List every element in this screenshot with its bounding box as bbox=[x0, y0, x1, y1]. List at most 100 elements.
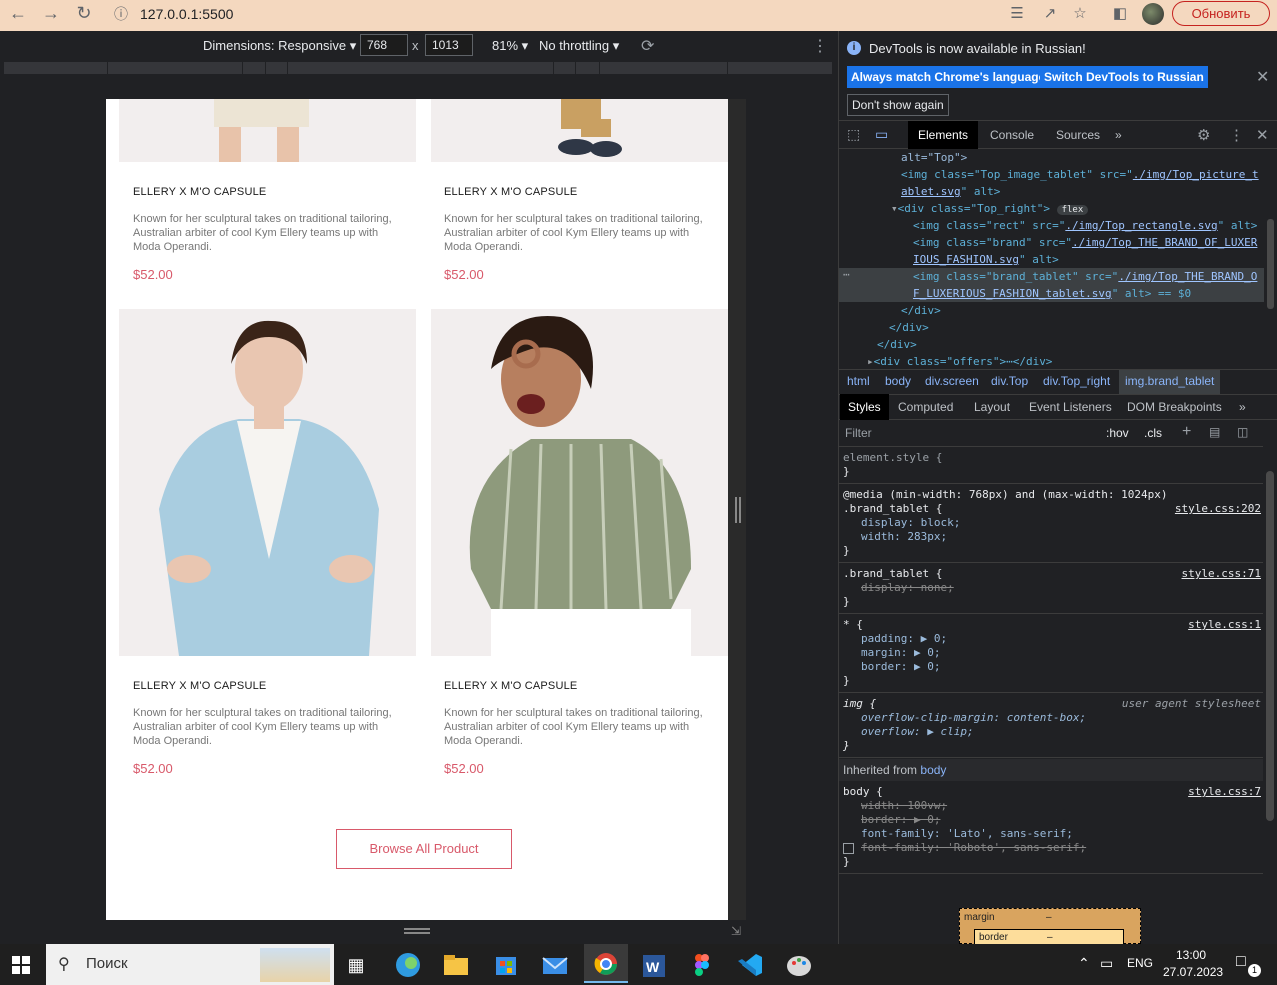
tree-scroll-thumb[interactable] bbox=[1267, 219, 1274, 309]
ruler-segment[interactable] bbox=[600, 62, 728, 74]
style-rule[interactable]: @media (min-width: 768px) and (max-width… bbox=[839, 485, 1263, 563]
tab-layout[interactable]: Layout bbox=[966, 394, 1018, 420]
tree-link[interactable]: F_LUXERIOUS_FASHION_tablet.svg bbox=[913, 287, 1112, 300]
dont-show-again-button[interactable]: Don't show again bbox=[847, 94, 949, 116]
inherited-link[interactable]: body bbox=[920, 763, 946, 777]
css-property[interactable]: padding: ▶ 0; bbox=[843, 632, 1259, 646]
ruler-segment[interactable] bbox=[576, 62, 600, 74]
bookmark-star-icon[interactable]: ☆ bbox=[1068, 3, 1092, 25]
expand-triangle-icon[interactable]: ▾ bbox=[891, 202, 898, 215]
more-tabs-icon[interactable]: » bbox=[1231, 394, 1254, 420]
ruler-segment[interactable] bbox=[288, 62, 554, 74]
tab-styles[interactable]: Styles bbox=[840, 394, 889, 420]
more-dots-icon[interactable]: ⋯ bbox=[843, 266, 850, 283]
style-rule[interactable]: element.style { } bbox=[839, 448, 1263, 484]
tree-link[interactable]: IOUS_FASHION.svg bbox=[913, 253, 1019, 266]
language-indicator[interactable]: ENG bbox=[1127, 956, 1153, 970]
tab-computed[interactable]: Computed bbox=[890, 394, 961, 420]
cls-toggle[interactable]: .cls bbox=[1144, 426, 1162, 440]
tree-link[interactable]: ./img/Top_THE_BRAND_O bbox=[1118, 270, 1257, 283]
css-property-overridden[interactable]: width: 100vw; bbox=[843, 799, 1259, 813]
breadcrumb-item-selected[interactable]: img.brand_tablet bbox=[1119, 370, 1221, 394]
css-property-overridden[interactable]: font-family: 'Roboto', sans-serif; bbox=[843, 841, 1259, 855]
site-info-icon[interactable]: ⓘ bbox=[114, 1, 128, 27]
source-link[interactable]: style.css:71 bbox=[1182, 567, 1261, 581]
tab-sources[interactable]: Sources bbox=[1046, 121, 1110, 149]
breadcrumb-item[interactable]: div.Top_right bbox=[1043, 374, 1110, 388]
task-view-icon[interactable]: ▦ bbox=[340, 950, 372, 980]
tab-dom-breakpoints[interactable]: DOM Breakpoints bbox=[1119, 394, 1230, 420]
mail-icon[interactable] bbox=[539, 950, 571, 980]
filter-input[interactable]: Filter bbox=[845, 426, 872, 440]
breadcrumb-item[interactable]: div.Top bbox=[991, 374, 1028, 388]
tray-chevron-up-icon[interactable]: ⌃ bbox=[1078, 955, 1090, 972]
tree-node[interactable]: ▸<div class="offers">⋯</div> bbox=[867, 353, 1052, 367]
taskbar-search-box[interactable]: ⚲ Поиск bbox=[46, 944, 334, 985]
ruler-segment[interactable] bbox=[554, 62, 576, 74]
zoom-dropdown[interactable]: 81% ▾ bbox=[492, 38, 528, 54]
settings-gear-icon[interactable]: ⚙ bbox=[1197, 126, 1210, 144]
throttling-dropdown[interactable]: No throttling ▾ bbox=[539, 38, 619, 54]
resize-corner-icon[interactable]: ⇲ bbox=[731, 924, 741, 938]
tree-link[interactable]: ./img/Top_THE_BRAND_OF_LUXER bbox=[1072, 236, 1257, 249]
flex-badge[interactable]: flex bbox=[1056, 205, 1089, 215]
inspect-element-icon[interactable]: ⬚ bbox=[847, 126, 860, 143]
css-property[interactable]: border: ▶ 0; bbox=[843, 660, 1259, 674]
style-rule[interactable]: .brand_tablet { style.css:71 display: no… bbox=[839, 564, 1263, 614]
breadcrumb-item[interactable]: div.screen bbox=[925, 374, 979, 388]
css-property[interactable]: font-family: 'Lato', sans-serif; bbox=[843, 827, 1259, 841]
translate-icon[interactable]: ☰ bbox=[1005, 3, 1029, 25]
ruler-segment[interactable] bbox=[4, 62, 108, 74]
new-rule-plus-icon[interactable]: + bbox=[1182, 423, 1191, 441]
tree-node[interactable]: <img class="brand" src="./img/Top_THE_BR… bbox=[913, 234, 1257, 251]
ruler-segment[interactable] bbox=[243, 62, 266, 74]
close-devtools-icon[interactable]: ✕ bbox=[1256, 126, 1269, 144]
store-icon[interactable] bbox=[490, 950, 522, 980]
rotate-icon[interactable]: ⟳ bbox=[641, 36, 654, 56]
tab-event-listeners[interactable]: Event Listeners bbox=[1021, 394, 1120, 420]
tree-node[interactable]: <img class="brand_tablet" src="./img/Top… bbox=[913, 268, 1257, 285]
paint-brush-icon[interactable]: ▤ bbox=[1209, 425, 1220, 439]
css-property[interactable]: overflow: ▶ clip; bbox=[843, 725, 1259, 739]
profile-avatar[interactable] bbox=[1142, 3, 1164, 25]
tree-node[interactable]: <img class="rect" src="./img/Top_rectang… bbox=[913, 217, 1257, 234]
media-query-ruler[interactable] bbox=[4, 62, 832, 74]
expand-triangle-icon[interactable]: ▸ bbox=[867, 355, 874, 367]
switch-to-russian-button[interactable]: Switch DevTools to Russian bbox=[1040, 66, 1208, 88]
tree-scrollbar[interactable] bbox=[1264, 149, 1277, 367]
ruler-segment[interactable] bbox=[266, 62, 288, 74]
tab-elements[interactable]: Elements bbox=[908, 121, 979, 149]
close-icon[interactable]: ✕ bbox=[1256, 67, 1269, 87]
styles-scroll-thumb[interactable] bbox=[1266, 471, 1274, 821]
box-margin-value[interactable]: – bbox=[1046, 912, 1052, 923]
windows-start-icon[interactable] bbox=[12, 956, 30, 974]
vscode-icon[interactable] bbox=[734, 950, 766, 980]
always-match-language-button[interactable]: Always match Chrome's language bbox=[847, 66, 1050, 88]
address-bar[interactable]: ⓘ 127.0.0.1:5500 bbox=[104, 1, 994, 27]
figma-icon[interactable] bbox=[686, 950, 718, 980]
device-toggle-icon[interactable]: ▭ bbox=[875, 126, 888, 143]
width-input[interactable]: 768 bbox=[360, 34, 408, 56]
tree-node[interactable]: IOUS_FASHION.svg" alt> bbox=[913, 251, 1059, 268]
update-button[interactable]: Обновить bbox=[1172, 1, 1270, 26]
file-explorer-icon[interactable] bbox=[440, 950, 472, 980]
word-icon[interactable]: W bbox=[637, 950, 669, 980]
back-icon[interactable]: ← bbox=[6, 1, 30, 25]
css-property[interactable]: width: 283px; bbox=[843, 530, 1259, 544]
style-rule[interactable]: img { user agent stylesheet overflow-cli… bbox=[839, 694, 1263, 758]
network-icon[interactable]: ▭ bbox=[1100, 955, 1113, 972]
tree-node[interactable]: </div> bbox=[901, 302, 941, 319]
tree-link[interactable]: ./img/Top_rectangle.svg bbox=[1065, 219, 1217, 232]
dimensions-dropdown[interactable]: Dimensions: Responsive ▾ bbox=[203, 38, 356, 54]
edge-icon[interactable] bbox=[392, 950, 424, 980]
tree-link[interactable]: ./img/Top_picture_t bbox=[1133, 168, 1259, 181]
viewport-resize-handle-bottom[interactable] bbox=[404, 928, 430, 934]
css-property-overridden[interactable]: border: ▶ 0; bbox=[843, 813, 1259, 827]
more-options-icon[interactable]: ⋮ bbox=[1229, 126, 1244, 144]
chrome-taskbar-icon[interactable] bbox=[584, 944, 628, 983]
tree-node[interactable]: F_LUXERIOUS_FASHION_tablet.svg" alt> == … bbox=[913, 285, 1191, 302]
tree-node[interactable]: ablet.svg" alt> bbox=[901, 183, 1000, 200]
tree-node[interactable]: </div> bbox=[877, 336, 917, 353]
box-border-value[interactable]: – bbox=[1047, 932, 1053, 943]
clock[interactable]: 13:00 27.07.2023 bbox=[1163, 948, 1223, 979]
